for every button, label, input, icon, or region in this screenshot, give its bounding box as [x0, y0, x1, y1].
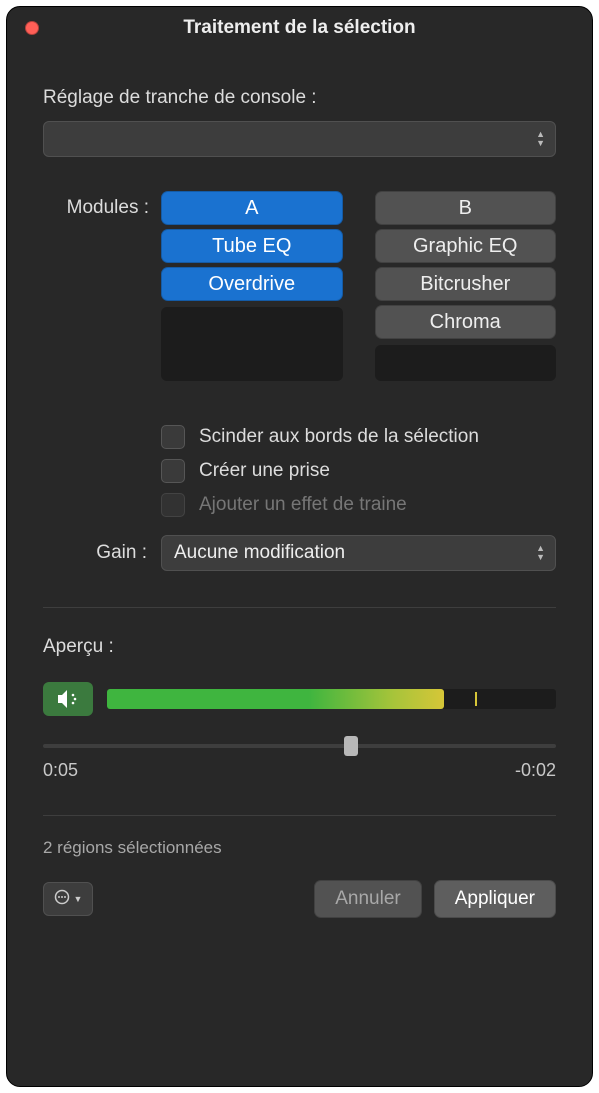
gain-row: Gain : Aucune modification ▲▼: [43, 535, 556, 571]
divider: [43, 607, 556, 608]
close-window-button[interactable]: [25, 21, 39, 35]
titlebar: Traitement de la sélection: [7, 7, 592, 49]
tail-checkbox: [161, 493, 185, 517]
modules-column-a: A Tube EQ Overdrive: [161, 191, 343, 381]
split-label: Scinder aux bords de la sélection: [199, 426, 479, 448]
volume-meter: [107, 689, 556, 709]
window-title: Traitement de la sélection: [183, 17, 415, 39]
module-well-a[interactable]: [161, 307, 343, 381]
more-icon: [54, 889, 70, 910]
speaker-icon: [56, 689, 80, 709]
footer: ▼ Annuler Appliquer: [43, 880, 556, 944]
module-item[interactable]: Bitcrusher: [375, 267, 557, 301]
chevron-down-icon: ▼: [74, 894, 83, 904]
status-text: 2 régions sélectionnées: [43, 838, 556, 858]
time-elapsed: 0:05: [43, 760, 78, 781]
options-section: Scinder aux bords de la sélection Créer …: [43, 425, 556, 517]
time-remaining: -0:02: [515, 760, 556, 781]
take-checkbox[interactable]: [161, 459, 185, 483]
timeline: 0:05 -0:02: [43, 744, 556, 781]
modules-column-b: B Graphic EQ Bitcrusher Chroma: [375, 191, 557, 381]
module-well-b[interactable]: [375, 345, 557, 381]
module-item[interactable]: Overdrive: [161, 267, 343, 301]
module-item[interactable]: Graphic EQ: [375, 229, 557, 263]
module-item[interactable]: Tube EQ: [161, 229, 343, 263]
module-header-a[interactable]: A: [161, 191, 343, 225]
dialog-window: Traitement de la sélection Réglage de tr…: [6, 6, 593, 1087]
channel-strip-select[interactable]: ▲▼: [43, 121, 556, 157]
volume-peak-tick: [475, 692, 477, 706]
action-menu-button[interactable]: ▼: [43, 882, 93, 916]
gain-value: Aucune modification: [174, 542, 345, 564]
modules-columns: A Tube EQ Overdrive B Graphic EQ Bitcrus…: [161, 191, 556, 381]
take-checkbox-row: Créer une prise: [161, 459, 556, 483]
divider: [43, 815, 556, 816]
gain-select[interactable]: Aucune modification ▲▼: [161, 535, 556, 571]
module-header-b[interactable]: B: [375, 191, 557, 225]
preview-play-button[interactable]: [43, 682, 93, 716]
preview-label: Aperçu :: [43, 636, 556, 658]
gain-label: Gain :: [43, 542, 147, 564]
split-checkbox[interactable]: [161, 425, 185, 449]
volume-fill: [107, 689, 444, 709]
tail-label: Ajouter un effet de traine: [199, 494, 407, 516]
content-area: Réglage de tranche de console : ▲▼ Modul…: [7, 49, 592, 1086]
timeline-labels: 0:05 -0:02: [43, 760, 556, 781]
timeline-thumb[interactable]: [344, 736, 358, 756]
dropdown-arrows-icon: ▲▼: [536, 545, 545, 561]
modules-section: Modules : A Tube EQ Overdrive B Graphic …: [43, 191, 556, 381]
dropdown-arrows-icon: ▲▼: [536, 131, 545, 147]
cancel-button[interactable]: Annuler: [314, 880, 422, 918]
preview-row: [43, 682, 556, 716]
channel-strip-label: Réglage de tranche de console :: [43, 87, 556, 109]
split-checkbox-row: Scinder aux bords de la sélection: [161, 425, 556, 449]
tail-checkbox-row: Ajouter un effet de traine: [161, 493, 556, 517]
apply-button[interactable]: Appliquer: [434, 880, 556, 918]
modules-label: Modules :: [43, 191, 149, 381]
module-item[interactable]: Chroma: [375, 305, 557, 339]
take-label: Créer une prise: [199, 460, 330, 482]
timeline-track[interactable]: [43, 744, 556, 748]
